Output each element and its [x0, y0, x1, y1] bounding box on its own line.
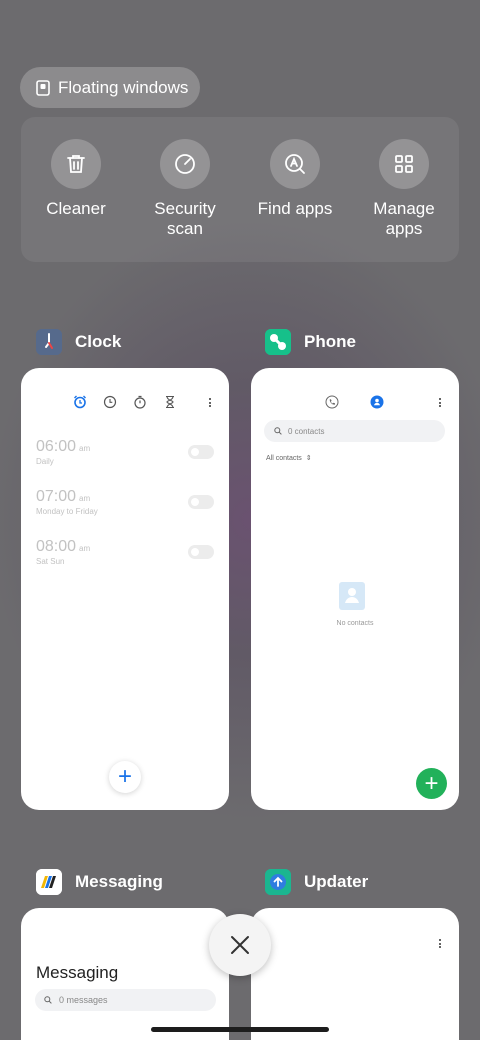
security-scan-label: Security scan	[154, 199, 216, 238]
phone-app-card[interactable]: 0 contacts All contacts ⇕ No contacts +	[251, 368, 459, 810]
messages-search-input[interactable]: 0 messages	[35, 989, 216, 1011]
manage-apps-icon-circle	[379, 139, 429, 189]
find-apps-label: Find apps	[257, 199, 333, 218]
alarm-tab-icon[interactable]	[73, 395, 87, 409]
phone-app-header[interactable]: Phone	[265, 329, 356, 355]
cleaner-button[interactable]: Cleaner	[21, 139, 131, 219]
contacts-filter-dropdown[interactable]: All contacts ⇕	[266, 454, 312, 463]
home-indicator[interactable]	[151, 1027, 329, 1032]
contacts-tab-icon[interactable]	[370, 395, 384, 409]
floating-window-icon	[36, 79, 50, 96]
add-contact-button[interactable]: +	[416, 768, 447, 799]
clock-more-icon[interactable]	[208, 398, 212, 409]
gauge-icon	[175, 154, 195, 174]
manage-apps-button[interactable]: Manage apps	[349, 139, 459, 239]
messaging-app-title: Messaging	[75, 872, 163, 891]
messaging-app-header[interactable]: Messaging	[36, 869, 163, 895]
alarm-repeat: Monday to Friday	[36, 507, 98, 516]
manage-apps-label: Manage apps	[373, 199, 435, 238]
messaging-app-icon	[36, 869, 62, 895]
messaging-app-card[interactable]: Messaging 0 messages	[21, 908, 229, 1040]
clock-app-icon	[36, 329, 62, 355]
search-icon	[274, 427, 282, 435]
recents-tab-icon[interactable]	[325, 395, 339, 409]
clock-app-title: Clock	[75, 332, 122, 351]
close-icon	[231, 936, 249, 954]
alarm-toggle[interactable]	[188, 445, 214, 459]
sort-icon: ⇕	[305, 455, 312, 462]
phone-app-icon	[265, 329, 291, 355]
add-alarm-button[interactable]: +	[109, 761, 141, 793]
phone-more-icon[interactable]	[438, 398, 442, 409]
close-all-button[interactable]	[209, 914, 271, 976]
messages-search-placeholder: 0 messages	[59, 995, 108, 1005]
contacts-search-input[interactable]: 0 contacts	[264, 420, 445, 442]
clock-app-card[interactable]: 06:00 am Daily 07:00 am Monday to Friday 0…	[21, 368, 229, 810]
empty-contacts-text: No contacts	[336, 620, 374, 627]
messaging-heading: Messaging	[36, 963, 119, 982]
updater-app-icon	[265, 869, 291, 895]
stopwatch-tab-icon[interactable]	[133, 395, 147, 409]
updater-app-card[interactable]	[251, 908, 459, 1040]
grid-icon	[395, 155, 413, 173]
alarm-toggle[interactable]	[188, 545, 214, 559]
security-scan-icon-circle	[160, 139, 210, 189]
find-apps-icon-circle	[270, 139, 320, 189]
clock-app-header[interactable]: Clock	[36, 329, 121, 355]
find-apps-icon	[285, 154, 305, 174]
updater-more-icon[interactable]	[438, 939, 442, 950]
alarm-repeat: Daily	[36, 457, 54, 466]
empty-contacts-icon	[339, 582, 365, 610]
cleaner-icon-circle	[51, 139, 101, 189]
search-icon	[44, 996, 52, 1004]
timer-tab-icon[interactable]	[163, 395, 177, 409]
quick-actions-panel: Cleaner Security scan Find apps Manage a…	[21, 117, 459, 262]
contacts-filter-label: All contacts	[266, 454, 302, 462]
find-apps-button[interactable]: Find apps	[240, 139, 350, 219]
alarm-toggle[interactable]	[188, 495, 214, 509]
updater-app-title: Updater	[304, 872, 369, 891]
security-scan-button[interactable]: Security scan	[130, 139, 240, 239]
trash-icon	[67, 155, 85, 173]
floating-windows-button[interactable]: Floating windows	[20, 67, 200, 108]
contacts-search-placeholder: 0 contacts	[288, 426, 325, 436]
floating-windows-label: Floating windows	[58, 77, 189, 97]
alarm-repeat: Sat Sun	[36, 557, 65, 566]
world-clock-tab-icon[interactable]	[103, 395, 117, 409]
phone-app-title: Phone	[304, 332, 356, 351]
cleaner-label: Cleaner	[46, 199, 106, 218]
updater-app-header[interactable]: Updater	[265, 869, 368, 895]
